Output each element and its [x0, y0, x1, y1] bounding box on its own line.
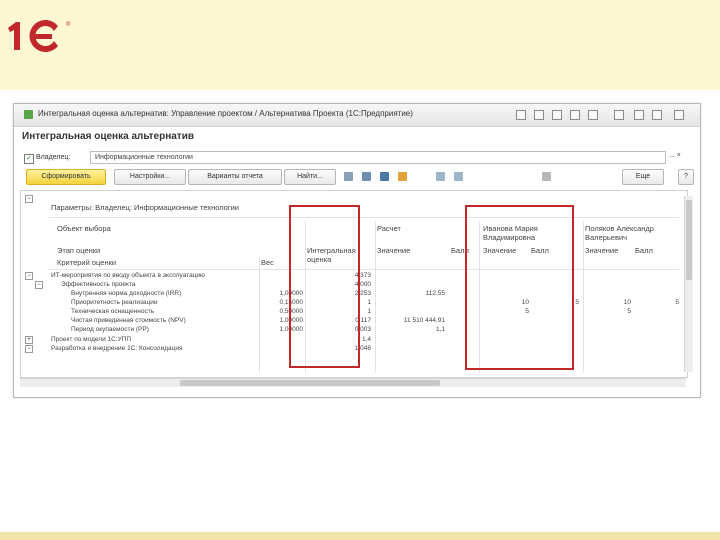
link-icon[interactable] [516, 110, 526, 120]
row-value: 1,1 [435, 326, 445, 333]
highlight-expert-column [465, 205, 574, 370]
object-label: Объект выбора [57, 224, 111, 233]
app-icon [24, 110, 33, 119]
minimize-icon[interactable] [634, 110, 644, 120]
row-value: 112,55 [425, 290, 445, 297]
favorite-icon[interactable] [534, 110, 544, 120]
params-line: Параметры: Владелец: Информационные техн… [51, 203, 239, 212]
maximize-icon[interactable] [652, 110, 662, 120]
row-name: Внутренняя норма доходности (IRR) [71, 290, 182, 297]
weight-label: Вес [261, 258, 274, 267]
col-divider [375, 221, 376, 373]
row-toggle[interactable]: + [25, 336, 33, 344]
help-button[interactable]: ? [678, 169, 694, 185]
find-button[interactable]: Найти... [284, 169, 336, 185]
highlight-integral-column [289, 205, 360, 368]
row-divider [49, 217, 679, 218]
slide-banner [0, 0, 720, 90]
save-icon[interactable] [380, 172, 389, 181]
variants-button[interactable]: Варианты отчета [188, 169, 282, 185]
more-icon[interactable] [614, 110, 624, 120]
expert2-value-label: Значение [585, 246, 619, 255]
expert2-score-label: Балл [635, 246, 653, 255]
row-value: 11 510 444,91 [403, 317, 445, 324]
row-expert2-value: 5 [627, 308, 631, 315]
sum-icon[interactable] [542, 172, 551, 181]
col-divider [583, 221, 584, 373]
row-name: ИТ-мероприятия по вводу объекта в эксплу… [51, 272, 205, 279]
vertical-scroll-thumb[interactable] [686, 200, 692, 280]
slide-bottom-strip [0, 532, 720, 540]
history-icon[interactable] [552, 110, 562, 120]
owner-label: Владелец: [36, 154, 71, 161]
table-icon[interactable] [398, 172, 407, 181]
vertical-scrollbar[interactable] [684, 196, 693, 372]
owner-field-buttons[interactable]: ... × [669, 152, 681, 159]
report-label: Расчет [377, 224, 401, 233]
close-icon[interactable] [674, 110, 684, 120]
row-expert2-score: 5 [675, 299, 679, 306]
row-name: Приоритетность реализации [71, 299, 158, 306]
horizontal-scrollbar[interactable] [20, 378, 686, 387]
row-expert2-value: 10 [623, 299, 631, 306]
owner-checkbox[interactable]: ✓ [24, 154, 34, 164]
stage-label: Этап оценки [57, 246, 101, 255]
row-name: Чистая приведенная стоимость (NPV) [71, 317, 186, 324]
col-divider [259, 257, 260, 373]
window-title: Интегральная оценка альтернатив: Управле… [38, 109, 413, 118]
expert2-label: Поляков Александр Валерьевич [585, 224, 654, 242]
toolbar: Сформировать Настройки... Варианты отчет… [22, 169, 694, 185]
value-label: Значение [377, 246, 411, 255]
form-title: Интегральная оценка альтернатив [22, 131, 194, 142]
settings-button[interactable]: Настройки... [114, 169, 186, 185]
undo-icon[interactable] [436, 172, 445, 181]
window-titlebar: Интегральная оценка альтернатив: Управле… [14, 104, 700, 127]
registered-mark: ® [66, 21, 71, 28]
more-button[interactable]: Еще [622, 169, 664, 185]
group-collapse-toggle[interactable]: − [25, 195, 33, 203]
row-toggle[interactable]: − [25, 345, 33, 353]
info-icon[interactable] [588, 110, 598, 120]
print-icon[interactable] [344, 172, 353, 181]
1c-logo: ® [8, 20, 71, 52]
note-icon[interactable] [570, 110, 580, 120]
horizontal-scroll-thumb[interactable] [180, 380, 440, 386]
row-name: Эффективность проекта [61, 281, 136, 288]
criteria-label: Критерий оценки [57, 258, 117, 267]
row-name: Разработка и внедрение 1С: Консолидация [51, 345, 183, 352]
row-name: Техническая оснащенность [71, 308, 155, 315]
row-name: Период окупаемости (PP) [71, 326, 149, 333]
row-name: Проект по модели 1С:УПП [51, 336, 132, 343]
header-divider [49, 269, 679, 270]
row-toggle[interactable]: − [25, 272, 33, 280]
redo-icon[interactable] [454, 172, 463, 181]
owner-field[interactable]: Информационные технологии [90, 151, 666, 164]
row-toggle[interactable]: − [35, 281, 43, 289]
preview-icon[interactable] [362, 172, 371, 181]
generate-button[interactable]: Сформировать [26, 169, 106, 185]
